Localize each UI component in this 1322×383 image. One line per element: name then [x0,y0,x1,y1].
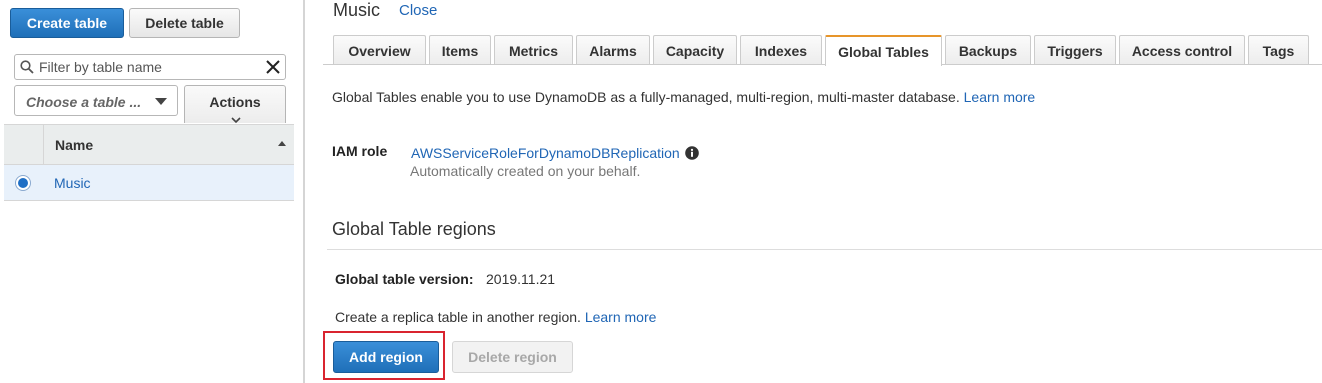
global-tables-description: Global Tables enable you to use DynamoDB… [332,89,1035,105]
clear-icon[interactable] [265,59,281,75]
delete-table-button[interactable]: Delete table [129,8,240,38]
replica-description: Create a replica table in another region… [335,309,656,325]
create-table-button[interactable]: Create table [10,8,124,38]
tab-overview[interactable]: Overview [333,35,426,65]
name-column-header[interactable]: Name [55,137,93,153]
table-title: Music [333,0,381,20]
delete-region-button: Delete region [452,341,573,373]
table-details-panel: Music Close Overview Items Metrics Alarm… [305,0,1322,383]
tab-triggers[interactable]: Triggers [1034,35,1116,65]
filter-input[interactable] [39,57,259,77]
tab-capacity[interactable]: Capacity [653,35,737,65]
learn-more-link[interactable]: Learn more [585,309,657,325]
iam-role-link[interactable]: AWSServiceRoleForDynamoDBReplication [411,145,680,161]
tab-indexes[interactable]: Indexes [740,35,822,65]
iam-role-help-text: Automatically created on your behalf. [410,163,641,179]
chevron-down-icon [155,98,167,105]
tab-divider [323,64,1322,65]
add-region-button[interactable]: Add region [333,341,439,373]
table-version-label: Global table version: [335,271,474,287]
sort-ascending-icon[interactable] [278,141,286,146]
section-title: Global Table regions [332,219,496,239]
table-row[interactable]: Music [4,165,294,201]
tab-access-control[interactable]: Access control [1119,35,1245,65]
table-name-link[interactable]: Music [54,175,91,191]
tab-alarms[interactable]: Alarms [576,35,650,65]
section-divider [327,249,1322,250]
tab-global-tables[interactable]: Global Tables [825,35,942,66]
table-list-panel: Create table Delete table Choose a table… [0,0,300,383]
choose-table-select[interactable]: Choose a table ... [14,85,178,116]
search-icon [20,60,34,74]
learn-more-link[interactable]: Learn more [964,89,1036,105]
tab-bar: Overview Items Metrics Alarms Capacity I… [333,35,1309,66]
actions-button[interactable]: Actions [184,85,286,124]
tab-tags[interactable]: Tags [1248,35,1309,65]
description-text: Global Tables enable you to use DynamoDB… [332,89,960,105]
choose-table-label: Choose a table ... [26,94,142,110]
tab-metrics[interactable]: Metrics [494,35,573,65]
close-link[interactable]: Close [399,2,437,19]
row-radio-button[interactable] [15,175,31,191]
info-icon[interactable] [685,146,699,160]
replica-text: Create a replica table in another region… [335,309,581,325]
filter-field[interactable] [14,54,286,80]
table-header: Name [4,124,294,165]
select-column-header [4,125,44,164]
iam-role-label: IAM role [332,143,388,159]
table-version-value: 2019.11.21 [486,271,556,287]
tab-items[interactable]: Items [429,35,491,65]
tab-backups[interactable]: Backups [945,35,1031,65]
actions-label: Actions [209,94,261,110]
